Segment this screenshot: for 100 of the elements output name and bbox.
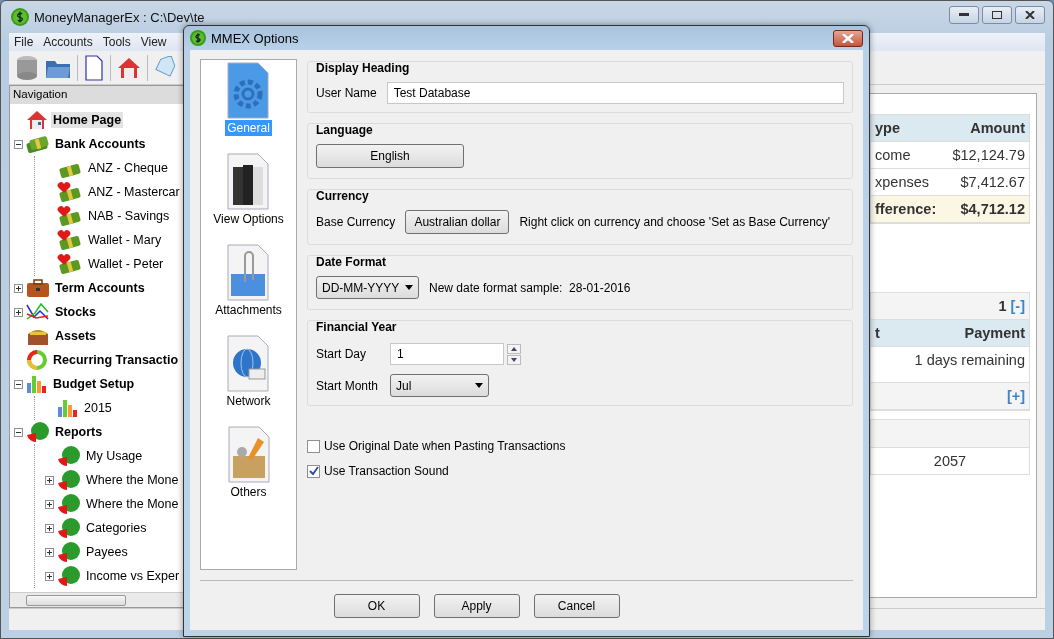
tree-item[interactable]: Term Accounts: [53, 280, 147, 296]
tree-item[interactable]: My Usage: [84, 448, 145, 464]
group-title: Display Heading: [316, 61, 411, 75]
options-page-item[interactable]: Others: [225, 426, 272, 517]
expand-toggle[interactable]: [45, 523, 54, 533]
group-title: Date Format: [316, 255, 387, 269]
expand-toggle[interactable]: [45, 547, 54, 557]
dialog-title: MMEX Options: [211, 30, 299, 46]
tree-item[interactable]: Income vs Exper: [84, 568, 182, 584]
minimize-button[interactable]: [949, 6, 979, 24]
table-cell: xpenses: [875, 174, 929, 190]
paperclip-folder-icon: [225, 244, 272, 302]
tree-item[interactable]: Assets: [53, 328, 98, 344]
pie-chart-icon: [26, 421, 50, 443]
tree-item[interactable]: Stocks: [53, 304, 98, 320]
cash-heart-icon: [57, 254, 83, 274]
panel-title: Navigation: [10, 86, 184, 104]
page-label: Others: [229, 484, 268, 500]
plus-icon: [47, 573, 52, 579]
table-cell: $12,124.79: [952, 147, 1025, 163]
close-button[interactable]: [1015, 6, 1045, 24]
tree-item[interactable]: Home Page: [51, 112, 124, 128]
column-header: ype: [875, 120, 900, 136]
options-page-item[interactable]: Attachments: [213, 244, 284, 335]
page-label: General: [225, 120, 272, 136]
field-label: Start Day: [316, 347, 367, 361]
tree-item[interactable]: Bank Accounts: [53, 136, 148, 152]
collapse-toggle[interactable]: [14, 139, 23, 149]
expand-toggle[interactable]: [14, 307, 23, 317]
collapse-toggle[interactable]: [14, 379, 23, 389]
table-cell: 1 days remaining: [914, 352, 1025, 368]
tree-item[interactable]: ANZ - Mastercar: [86, 184, 182, 200]
dialog-button[interactable]: Cancel: [533, 593, 620, 618]
tree-item[interactable]: Where the Mone: [84, 472, 181, 488]
globe-icon: [225, 335, 272, 393]
tree-item[interactable]: Reports: [53, 424, 105, 440]
checkbox[interactable]: [307, 464, 320, 478]
toolbar-button[interactable]: [15, 54, 39, 81]
tree-item[interactable]: Recurring Transactio: [51, 352, 181, 368]
toolbar-button[interactable]: [84, 54, 104, 81]
tree-item[interactable]: Wallet - Peter: [86, 256, 166, 272]
start-day-field[interactable]: 1: [390, 343, 504, 365]
caret-down-icon: [511, 357, 517, 362]
window-title: MoneyManagerEx : C:\Dev\te: [34, 9, 205, 25]
maximize-icon: [992, 11, 1002, 19]
tree-item[interactable]: Wallet - Mary: [86, 232, 164, 248]
start-month-dropdown[interactable]: Jul: [390, 374, 489, 397]
dialog-button[interactable]: Apply: [433, 593, 520, 618]
plus-icon: [16, 309, 21, 315]
plus-icon: [47, 477, 52, 483]
checkbox-label: Use Original Date when Pasting Transactions: [324, 439, 566, 453]
caret-down-icon: [405, 285, 413, 290]
spin-up-button[interactable]: [507, 343, 521, 354]
tree-item[interactable]: Categories: [84, 520, 149, 536]
hint-text: Right click on currency and choose 'Set as Base Currency': [519, 215, 831, 229]
currency-button[interactable]: Australian dollar: [405, 210, 510, 234]
menu-item[interactable]: File: [9, 33, 39, 51]
tree-item[interactable]: Payees: [84, 544, 130, 560]
tree-item[interactable]: 2015: [82, 400, 114, 416]
expand-toggle[interactable]: [45, 499, 54, 509]
language-button[interactable]: English: [316, 144, 464, 168]
checkmark-icon: [308, 466, 319, 476]
menu-item[interactable]: View: [135, 33, 172, 51]
field-label: Start Month: [316, 378, 380, 393]
pie-chart-icon: [57, 493, 81, 515]
minus-icon: [16, 429, 21, 435]
horizontal-scrollbar[interactable]: [10, 592, 184, 607]
table-cell: come: [875, 147, 911, 163]
expand-toggle[interactable]: [45, 571, 54, 581]
cash-heart-icon: [57, 206, 83, 226]
spin-down-button[interactable]: [507, 354, 521, 365]
tree-item[interactable]: ANZ - Cheque: [86, 160, 170, 176]
pie-chart-icon: [57, 469, 81, 491]
expand-toggle[interactable]: [14, 283, 23, 293]
options-page-item[interactable]: View Options: [211, 153, 286, 244]
briefcase-icon: [26, 278, 50, 298]
database-icon: [15, 54, 39, 81]
date-format-dropdown[interactable]: DD-MM-YYYY: [316, 276, 419, 299]
collapse-toggle[interactable]: [14, 427, 23, 437]
dollar-coin-icon: [11, 8, 29, 26]
checkbox[interactable]: [307, 439, 320, 453]
close-button[interactable]: [833, 29, 863, 47]
maximize-button[interactable]: [982, 6, 1012, 24]
column-header: Amount: [970, 120, 1025, 136]
expand-toggle[interactable]: [45, 475, 54, 485]
options-page-item[interactable]: Network: [224, 335, 273, 426]
caret-up-icon: [511, 346, 517, 351]
tree-item[interactable]: Budget Setup: [51, 376, 137, 392]
toolbar-button[interactable]: [117, 55, 141, 80]
group-title: Language: [316, 123, 374, 137]
table-cell: $4,712.12: [960, 201, 1025, 217]
page-label: View Options: [212, 211, 285, 227]
menu-item[interactable]: Accounts: [38, 33, 98, 51]
menu-item[interactable]: Tools: [97, 33, 136, 51]
tree-item[interactable]: Where the Mone: [84, 496, 181, 512]
toolbox-icon: [225, 426, 272, 484]
user-name-field[interactable]: Test Database: [386, 82, 844, 104]
tree-item[interactable]: NAB - Savings: [86, 208, 172, 224]
group-title: Currency: [316, 189, 370, 203]
dialog-button[interactable]: OK: [333, 593, 420, 618]
